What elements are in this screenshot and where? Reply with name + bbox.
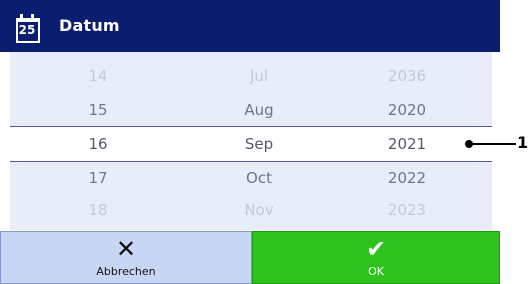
selected-year-cell[interactable]: 2021 [332,127,482,161]
date-picker-wheel[interactable]: 14 Jul 2036 15 Aug 2020 16 Sep 2021 17 O… [10,52,492,230]
picker-row[interactable]: 14 Jul 2036 [10,58,492,94]
selected-day-cell[interactable]: 16 [10,127,186,161]
year-cell[interactable]: 2022 [332,160,482,196]
picker-row[interactable]: 15 Aug 2020 [10,92,492,128]
calendar-icon: 25 [16,14,40,43]
picker-row-selected[interactable]: 16 Sep 2021 [10,126,492,162]
callout-number: 1 [517,133,528,152]
cancel-button-label: Abbrechen [96,265,156,278]
callout-leader-line [470,143,516,145]
ok-button-label: OK [368,265,384,278]
dialog-title: Datum [59,16,120,35]
button-bar: ✕ Abbrechen ✔ OK [0,231,500,284]
year-cell[interactable]: 2023 [332,192,482,228]
month-cell[interactable]: Nov [186,192,332,228]
close-icon: ✕ [115,235,137,263]
month-cell[interactable]: Aug [186,92,332,128]
year-cell[interactable]: 2020 [332,92,482,128]
checkmark-icon: ✔ [365,235,387,263]
year-cell[interactable]: 2036 [332,58,482,94]
picker-row[interactable]: 17 Oct 2022 [10,160,492,196]
date-dialog: 25 Datum 14 Jul 2036 15 Aug 2020 16 Sep … [0,0,500,284]
calendar-icon-day: 25 [18,23,36,37]
selected-month-cell[interactable]: Sep [186,127,332,161]
title-bar: 25 Datum [0,0,500,52]
month-cell[interactable]: Jul [186,58,332,94]
day-cell[interactable]: 18 [10,192,186,228]
cancel-button[interactable]: ✕ Abbrechen [0,231,252,284]
day-cell[interactable]: 15 [10,92,186,128]
picker-row[interactable]: 18 Nov 2023 [10,192,492,228]
ok-button[interactable]: ✔ OK [252,231,500,284]
day-cell[interactable]: 17 [10,160,186,196]
month-cell[interactable]: Oct [186,160,332,196]
day-cell[interactable]: 14 [10,58,186,94]
